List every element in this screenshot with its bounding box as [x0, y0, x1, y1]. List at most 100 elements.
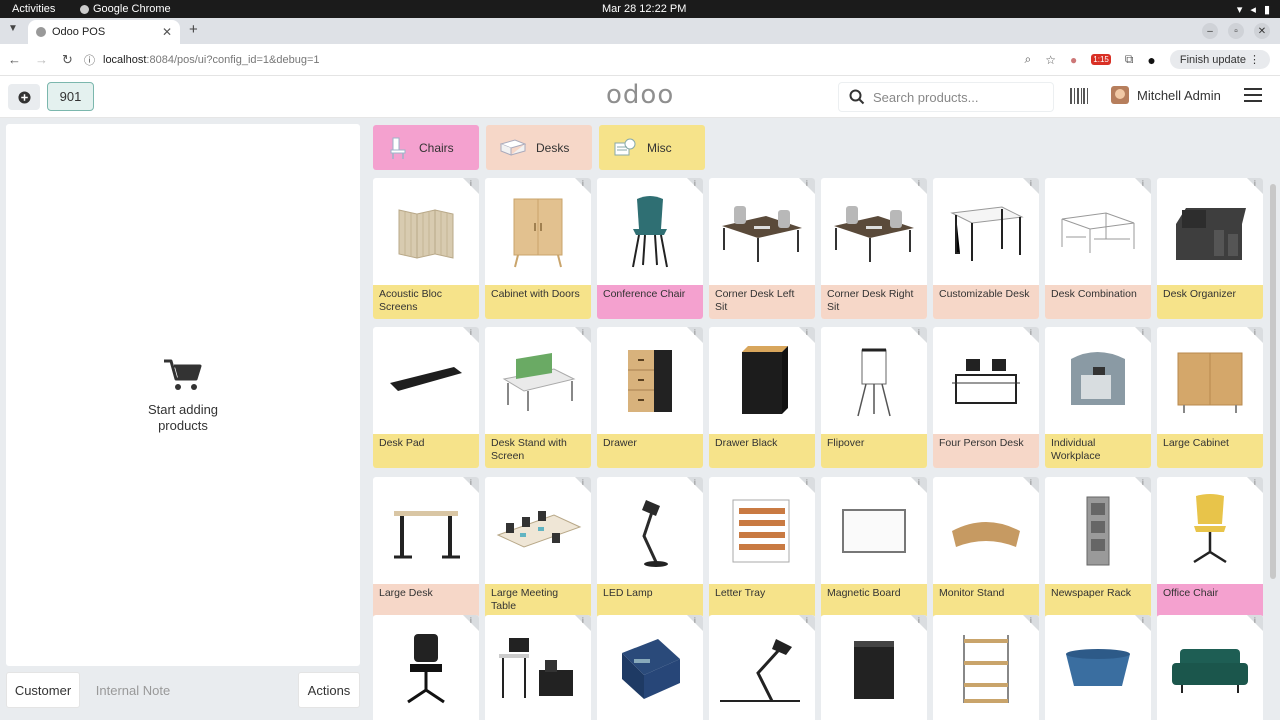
- product-card[interactable]: i Cabinet with Doors: [485, 178, 591, 319]
- back-icon[interactable]: ←: [8, 52, 21, 68]
- product-card[interactable]: i Office Chair: [1157, 477, 1263, 618]
- product-info-icon[interactable]: i: [575, 615, 591, 631]
- category-chairs[interactable]: Chairs: [373, 125, 479, 170]
- product-info-icon[interactable]: i: [911, 327, 927, 343]
- product-info-icon[interactable]: i: [1023, 615, 1039, 631]
- product-info-icon[interactable]: i: [463, 615, 479, 631]
- product-info-icon[interactable]: i: [1135, 327, 1151, 343]
- browser-tab[interactable]: Odoo POS ✕: [28, 20, 180, 44]
- product-info-icon[interactable]: i: [799, 477, 815, 493]
- category-desks[interactable]: Desks: [486, 125, 592, 170]
- new-tab-icon[interactable]: +: [189, 21, 198, 38]
- product-card[interactable]: i Corner Desk Right Sit: [821, 178, 927, 319]
- product-info-icon[interactable]: i: [911, 615, 927, 631]
- product-info-icon[interactable]: i: [799, 615, 815, 631]
- extension-badge[interactable]: 1:15: [1091, 54, 1111, 65]
- product-card[interactable]: i Flipover: [821, 327, 927, 468]
- product-card[interactable]: i Desk Pad: [373, 327, 479, 468]
- actions-button[interactable]: Actions: [298, 672, 360, 708]
- product-info-icon[interactable]: i: [1135, 178, 1151, 194]
- site-info-icon[interactable]: ⓘ: [84, 52, 95, 68]
- product-card[interactable]: i: [821, 615, 927, 720]
- product-card[interactable]: i Four Person Desk: [933, 327, 1039, 468]
- product-info-icon[interactable]: i: [1023, 327, 1039, 343]
- product-card[interactable]: i Letter Tray: [709, 477, 815, 618]
- product-info-icon[interactable]: i: [463, 178, 479, 194]
- product-info-icon[interactable]: i: [575, 327, 591, 343]
- product-info-icon[interactable]: i: [463, 327, 479, 343]
- customer-button[interactable]: Customer: [6, 672, 80, 708]
- product-info-icon[interactable]: i: [799, 178, 815, 194]
- search-input[interactable]: [873, 89, 1043, 105]
- product-card[interactable]: i Large Meeting Table: [485, 477, 591, 618]
- product-info-icon[interactable]: i: [463, 477, 479, 493]
- maximize-icon[interactable]: ▫: [1228, 23, 1244, 39]
- tab-search-icon[interactable]: ▼: [8, 23, 18, 34]
- product-info-icon[interactable]: i: [687, 327, 703, 343]
- product-info-icon[interactable]: i: [1023, 178, 1039, 194]
- product-card[interactable]: i Acoustic Bloc Screens: [373, 178, 479, 319]
- finish-update-button[interactable]: Finish update ⋮: [1169, 50, 1270, 69]
- product-card[interactable]: i: [1157, 615, 1263, 720]
- extensions-puzzle-icon[interactable]: ⧉: [1125, 52, 1134, 67]
- product-card[interactable]: i: [1045, 615, 1151, 720]
- product-card[interactable]: i Desk Combination: [1045, 178, 1151, 319]
- product-info-icon[interactable]: i: [1247, 178, 1263, 194]
- product-info-icon[interactable]: i: [1247, 477, 1263, 493]
- product-info-icon[interactable]: i: [1135, 477, 1151, 493]
- product-info-icon[interactable]: i: [687, 477, 703, 493]
- product-info-icon[interactable]: i: [911, 477, 927, 493]
- product-info-icon[interactable]: i: [575, 178, 591, 194]
- product-info-icon[interactable]: i: [1247, 327, 1263, 343]
- extension-icon[interactable]: ●: [1070, 53, 1077, 67]
- product-card[interactable]: i Large Cabinet: [1157, 327, 1263, 468]
- product-card[interactable]: i: [373, 615, 479, 720]
- product-card[interactable]: i Newspaper Rack: [1045, 477, 1151, 618]
- product-card[interactable]: i Desk Stand with Screen: [485, 327, 591, 468]
- bookmark-star-icon[interactable]: ☆: [1045, 53, 1056, 67]
- new-order-button[interactable]: [8, 84, 40, 110]
- product-card[interactable]: i Large Desk: [373, 477, 479, 618]
- system-tray[interactable]: ▾ ◂ ▮: [1237, 3, 1270, 16]
- product-info-icon[interactable]: i: [1135, 615, 1151, 631]
- forward-icon[interactable]: →: [35, 52, 48, 68]
- product-info-icon[interactable]: i: [1247, 615, 1263, 631]
- product-info-icon[interactable]: i: [799, 327, 815, 343]
- category-misc[interactable]: Misc: [599, 125, 705, 170]
- order-tab-901[interactable]: 901: [47, 82, 94, 111]
- product-card[interactable]: i Drawer: [597, 327, 703, 468]
- close-window-icon[interactable]: ✕: [1254, 23, 1270, 39]
- product-info-icon[interactable]: i: [575, 477, 591, 493]
- product-info-icon[interactable]: i: [687, 615, 703, 631]
- clock[interactable]: Mar 28 12:22 PM: [602, 3, 686, 15]
- product-card[interactable]: i Monitor Stand: [933, 477, 1039, 618]
- product-card[interactable]: i LED Lamp: [597, 477, 703, 618]
- product-search[interactable]: [838, 82, 1054, 112]
- product-scrollbar[interactable]: [1270, 184, 1276, 579]
- menu-icon[interactable]: [1244, 88, 1262, 102]
- product-card[interactable]: i Individual Workplace: [1045, 327, 1151, 468]
- product-card[interactable]: i Corner Desk Left Sit: [709, 178, 815, 319]
- url-field[interactable]: ⓘ localhost:8084/pos/ui?config_id=1&debu…: [84, 49, 1014, 71]
- minimize-icon[interactable]: –: [1202, 23, 1218, 39]
- product-card[interactable]: i: [597, 615, 703, 720]
- product-card[interactable]: i Conference Chair: [597, 178, 703, 319]
- close-tab-icon[interactable]: ✕: [162, 25, 172, 39]
- product-card[interactable]: i Drawer Black: [709, 327, 815, 468]
- product-info-icon[interactable]: i: [1023, 477, 1039, 493]
- user-menu[interactable]: Mitchell Admin: [1111, 86, 1221, 104]
- reload-icon[interactable]: ↻: [62, 52, 73, 68]
- product-card[interactable]: i Magnetic Board: [821, 477, 927, 618]
- product-card[interactable]: i Customizable Desk: [933, 178, 1039, 319]
- profile-icon[interactable]: ●: [1147, 52, 1155, 68]
- product-card[interactable]: i: [933, 615, 1039, 720]
- barcode-icon[interactable]: [1070, 88, 1088, 104]
- internal-note-button[interactable]: Internal Note: [86, 672, 180, 708]
- product-info-icon[interactable]: i: [687, 178, 703, 194]
- activities-button[interactable]: Activities: [12, 3, 55, 15]
- zoom-icon[interactable]: ⌕: [1025, 52, 1032, 67]
- product-card[interactable]: i Desk Organizer: [1157, 178, 1263, 319]
- product-info-icon[interactable]: i: [911, 178, 927, 194]
- product-card[interactable]: i: [485, 615, 591, 720]
- product-card[interactable]: i: [709, 615, 815, 720]
